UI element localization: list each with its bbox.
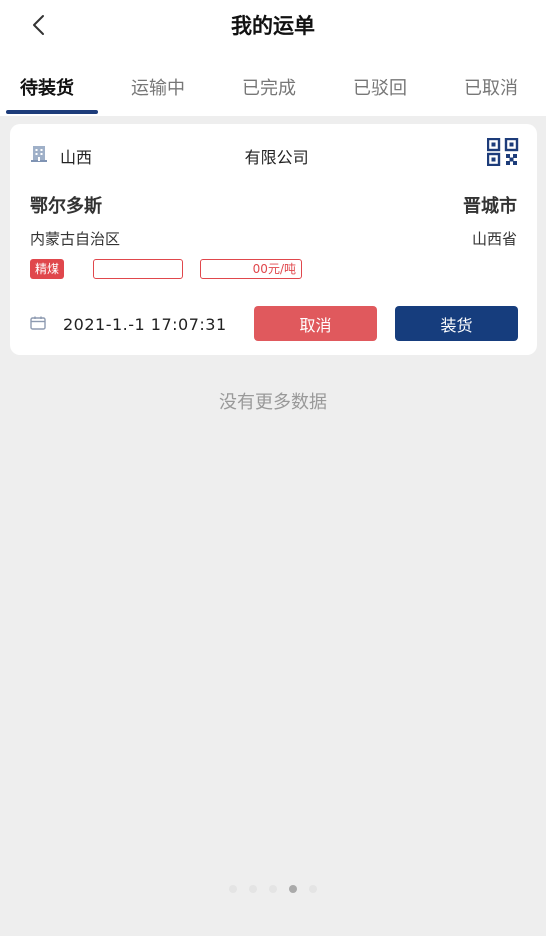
origin-province: 内蒙古自治区 xyxy=(30,230,121,248)
header: 我的运单 待装货 运输中 已完成 已驳回 已取消 xyxy=(0,0,546,116)
origin-city: 鄂尔多斯 xyxy=(30,196,102,217)
tab-completed[interactable]: 已完成 xyxy=(242,74,296,100)
destination-province: 山西省 xyxy=(471,230,517,248)
destination-city: 晋城市 xyxy=(463,196,517,217)
active-tab-indicator xyxy=(6,110,98,114)
page-dot xyxy=(249,885,257,893)
page-dot-active xyxy=(289,885,297,893)
building-icon xyxy=(31,146,47,162)
calendar-icon xyxy=(30,316,46,330)
tab-cancelled[interactable]: 已取消 xyxy=(464,74,518,100)
page-title: 我的运单 xyxy=(231,14,315,38)
no-more-data-text: 没有更多数据 xyxy=(219,392,327,413)
price-tag: 00元/吨 xyxy=(200,259,302,279)
tab-in-transit[interactable]: 运输中 xyxy=(131,74,185,100)
page-dot xyxy=(269,885,277,893)
cancel-order-button[interactable]: 取消 xyxy=(254,306,377,341)
cargo-type-tag: 精煤 xyxy=(30,259,65,279)
order-datetime: 2021-1.-1 17:07:31 xyxy=(63,315,227,334)
info-tag xyxy=(93,259,183,279)
page-indicator xyxy=(0,885,546,897)
order-card[interactable]: 山西 有限公司 鄂尔多斯 晋城市 内蒙古自治区 山西省 精煤 00元/吨 202… xyxy=(10,124,537,355)
status-tabs: 待装货 运输中 已完成 已驳回 已取消 xyxy=(0,58,546,116)
tab-rejected[interactable]: 已驳回 xyxy=(353,74,407,100)
tab-pending-load[interactable]: 待装货 xyxy=(20,74,74,100)
qr-code-icon[interactable] xyxy=(487,138,519,166)
company-name: 山西 有限公司 xyxy=(60,148,309,167)
load-cargo-button[interactable]: 装货 xyxy=(395,306,518,341)
company-row: 山西 有限公司 xyxy=(30,138,519,167)
page-dot xyxy=(229,885,237,893)
page-dot xyxy=(309,885,317,893)
